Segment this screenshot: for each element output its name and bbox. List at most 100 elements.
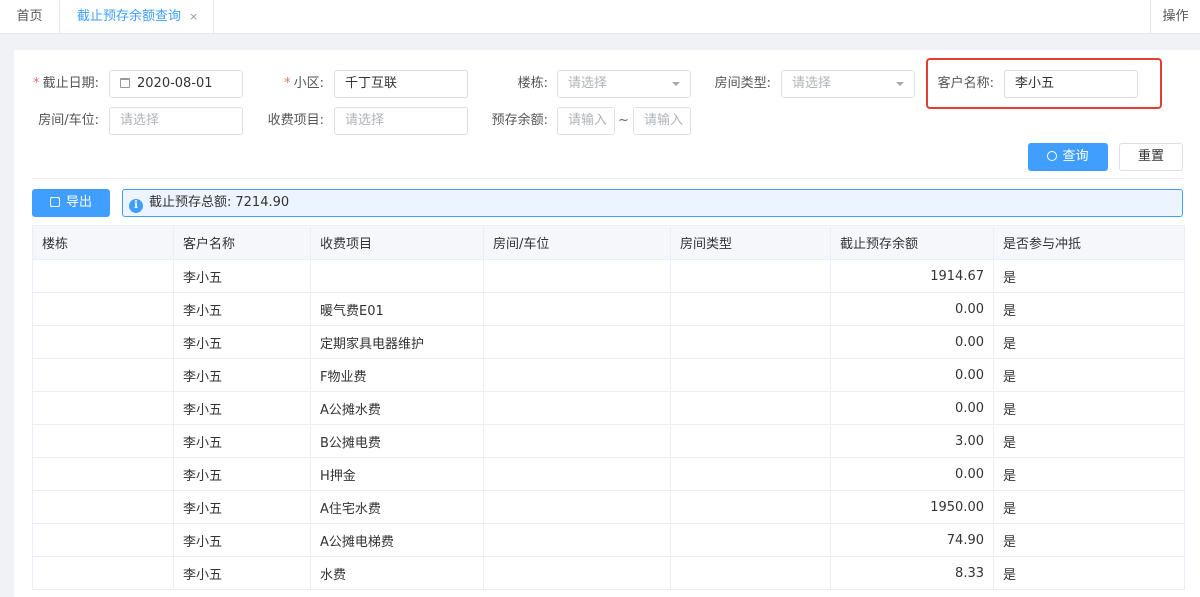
- community-label: * 小区:: [254, 70, 324, 98]
- table-cell-offset: 是: [993, 556, 1185, 590]
- balance-min-input[interactable]: 请输入: [557, 107, 615, 135]
- table-cell-item: A住宅水费: [310, 490, 484, 524]
- column-header[interactable]: 楼栋: [32, 225, 174, 260]
- balance-max-input[interactable]: 请输入: [633, 107, 691, 135]
- table-cell-customer: 李小五: [173, 325, 311, 359]
- table-row[interactable]: 李小五 A住宅水费 1950.00 是: [32, 490, 1185, 524]
- table-cell-item: H押金: [310, 457, 484, 491]
- table-cell-customer: 李小五: [173, 292, 311, 326]
- table-cell-customer: 李小五: [173, 391, 311, 425]
- divider: [32, 178, 1184, 179]
- column-header[interactable]: 收费项目: [310, 225, 484, 260]
- table-cell-item: 定期家具电器维护: [310, 325, 484, 359]
- table-cell-item: A公摊水费: [310, 391, 484, 425]
- operations-menu[interactable]: 操作: [1150, 0, 1200, 34]
- room-parking-select[interactable]: 请选择: [109, 107, 243, 135]
- fee-item-select[interactable]: 请选择: [334, 107, 468, 135]
- table-cell-offset: 是: [993, 259, 1185, 293]
- table-row[interactable]: 李小五 暖气费E01 0.00 是: [32, 292, 1185, 326]
- table-row[interactable]: 李小五 F物业费 0.00 是: [32, 358, 1185, 392]
- table-cell-building: [32, 259, 174, 293]
- community-select[interactable]: 千丁互联: [334, 70, 468, 98]
- table-cell-building: [32, 523, 174, 557]
- table-cell-item: A公摊电梯费: [310, 523, 484, 557]
- table-row[interactable]: 李小五 水费 8.33 是: [32, 556, 1185, 590]
- table-cell-room: [483, 259, 671, 293]
- close-icon[interactable]: ×: [189, 10, 198, 23]
- table-cell-offset: 是: [993, 325, 1185, 359]
- column-header[interactable]: 房间类型: [670, 225, 831, 260]
- table-cell-balance: 0.00: [830, 391, 994, 425]
- table-cell-room: [483, 391, 671, 425]
- table-cell-offset: 是: [993, 292, 1185, 326]
- cutoff-date-label-text: 截止日期:: [42, 76, 99, 91]
- table-cell-room: [483, 457, 671, 491]
- table-cell-building: [32, 391, 174, 425]
- room-type-placeholder: 请选择: [792, 76, 832, 91]
- total-balance-label: 截止预存总额:: [149, 195, 232, 210]
- table-cell-offset: 是: [993, 523, 1185, 557]
- table-cell-room: [483, 556, 671, 590]
- table-cell-balance: 0.00: [830, 358, 994, 392]
- column-header[interactable]: 是否参与冲抵: [993, 225, 1185, 260]
- table-row[interactable]: 李小五 A公摊水费 0.00 是: [32, 391, 1185, 425]
- cutoff-date-label: * 截止日期:: [18, 70, 99, 98]
- table-cell-building: [32, 490, 174, 524]
- building-placeholder: 请选择: [568, 76, 608, 91]
- required-mark: *: [284, 76, 291, 91]
- table-cell-room: [483, 490, 671, 524]
- export-button[interactable]: 导出: [32, 189, 110, 217]
- cutoff-date-picker[interactable]: 2020-08-01: [109, 70, 243, 98]
- table-cell-balance: 8.33: [830, 556, 994, 590]
- table-cell-building: [32, 292, 174, 326]
- table-cell-item: F物业费: [310, 358, 484, 392]
- table-cell-offset: 是: [993, 358, 1185, 392]
- table-cell-balance: 0.00: [830, 325, 994, 359]
- customer-name-input[interactable]: 李小五: [1004, 70, 1138, 98]
- fee-item-placeholder: 请选择: [345, 113, 385, 128]
- reset-button[interactable]: 重置: [1119, 143, 1183, 171]
- table-cell-room-type: [670, 424, 831, 458]
- column-header[interactable]: 房间/车位: [483, 225, 671, 260]
- table-row[interactable]: 李小五 1914.67 是: [32, 259, 1185, 293]
- table-cell-room: [483, 424, 671, 458]
- customer-name-label: 客户名称:: [937, 76, 994, 91]
- table-row[interactable]: 李小五 H押金 0.00 是: [32, 457, 1185, 491]
- table-cell-item: B公摊电费: [310, 424, 484, 458]
- balance-table: 楼栋 客户名称 收费项目 房间/车位 房间类型 截止预存余额 是否参与冲抵 李小…: [32, 225, 1185, 590]
- chevron-down-icon: [672, 82, 680, 86]
- chevron-down-icon: [896, 82, 904, 86]
- table-row[interactable]: 李小五 定期家具电器维护 0.00 是: [32, 325, 1185, 359]
- total-balance-value: 7214.90: [235, 195, 290, 210]
- table-cell-balance: 74.90: [830, 523, 994, 557]
- table-cell-room-type: [670, 292, 831, 326]
- table-cell-room-type: [670, 391, 831, 425]
- table-cell-customer: 李小五: [173, 556, 311, 590]
- column-header[interactable]: 截止预存余额: [830, 225, 994, 260]
- export-icon: [49, 197, 60, 207]
- column-header[interactable]: 客户名称: [173, 225, 311, 260]
- calendar-icon: [120, 78, 130, 88]
- room-type-label: 房间类型:: [714, 76, 771, 91]
- query-button[interactable]: 查询: [1028, 143, 1108, 171]
- table-cell-customer: 李小五: [173, 523, 311, 557]
- table-cell-room-type: [670, 259, 831, 293]
- fee-item-label: 收费项目:: [267, 113, 324, 128]
- table-cell-building: [32, 457, 174, 491]
- room-type-select[interactable]: 请选择: [781, 70, 915, 98]
- table-cell-room: [483, 523, 671, 557]
- table-row[interactable]: 李小五 B公摊电费 3.00 是: [32, 424, 1185, 458]
- table-cell-room: [483, 292, 671, 326]
- table-row[interactable]: 李小五 A公摊电梯费 74.90 是: [32, 523, 1185, 557]
- building-select[interactable]: 请选择: [557, 70, 691, 98]
- table-cell-customer: 李小五: [173, 457, 311, 491]
- room-parking-label: 房间/车位:: [38, 113, 99, 128]
- table-cell-balance: 3.00: [830, 424, 994, 458]
- export-button-label: 导出: [65, 195, 92, 210]
- tab-home[interactable]: 首页: [0, 0, 60, 34]
- table-cell-building: [32, 556, 174, 590]
- balance-min-placeholder: 请输入: [568, 113, 608, 128]
- room-parking-placeholder: 请选择: [120, 113, 160, 128]
- tab-balance-query[interactable]: 截止预存余额查询 ×: [60, 0, 214, 34]
- table-cell-customer: 李小五: [173, 358, 311, 392]
